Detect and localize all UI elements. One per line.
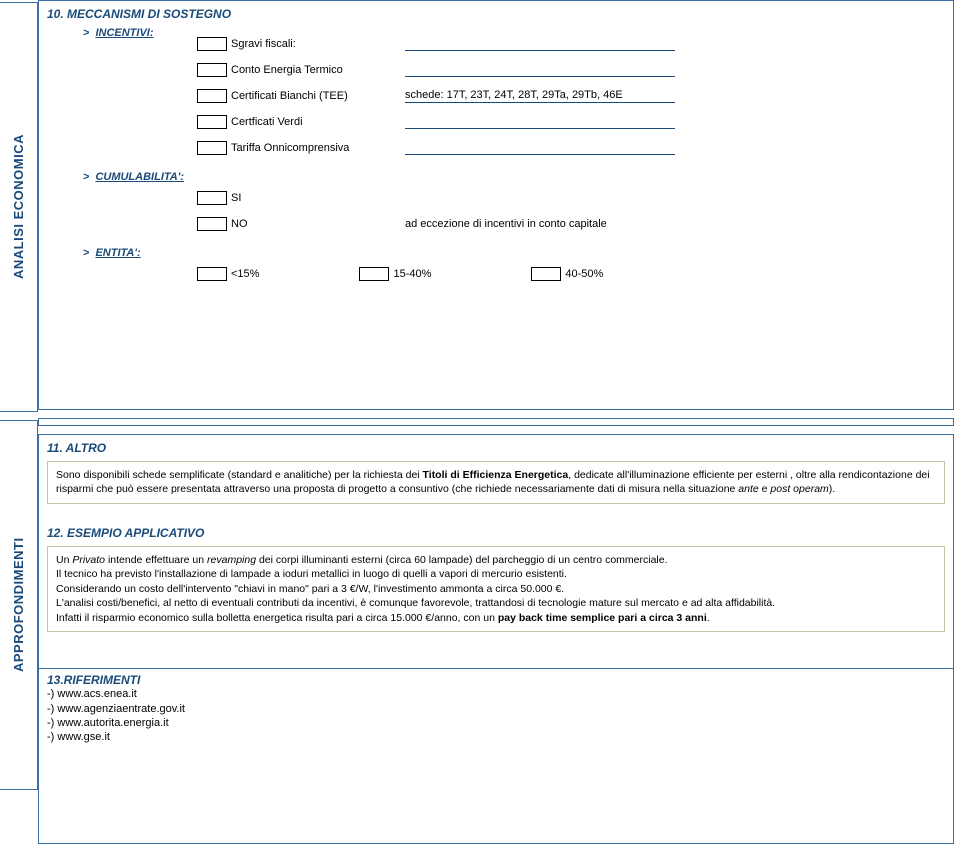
label-entita-4050: 40-50% <box>565 268 603 280</box>
rif-link-1[interactable]: -) www.acs.enea.it <box>47 687 945 701</box>
value-sgravi-fiscali[interactable] <box>405 37 675 51</box>
label-sgravi-fiscali: Sgravi fiscali: <box>231 38 393 50</box>
label-conto-energia: Conto Energia Termico <box>231 64 393 76</box>
spacer-bar <box>38 418 954 426</box>
section-13-title: 13.RIFERIMENTI <box>47 673 945 687</box>
value-certficati-verdi[interactable] <box>405 115 675 129</box>
panel-meccanismi-sostegno: 10. MECCANISMI DI SOSTEGNO > INCENTIVI: … <box>38 0 954 410</box>
sidetabs: ANALISI ECONOMICA APPROFONDIMENTI <box>0 0 38 852</box>
label-entita-15: <15% <box>231 268 259 280</box>
checkbox-entita-15[interactable] <box>197 267 227 281</box>
chevron-right-icon: > <box>83 27 89 39</box>
value-conto-energia[interactable] <box>405 63 675 77</box>
checkbox-certificati-bianchi[interactable] <box>197 89 227 103</box>
value-tariffa-onnicomprensiva[interactable] <box>405 141 675 155</box>
section-11-title: 11. ALTRO <box>47 441 945 455</box>
checkbox-certficati-verdi[interactable] <box>197 115 227 129</box>
label-certificati-bianchi: Certificati Bianchi (TEE) <box>231 90 393 102</box>
section-12-title: 12. ESEMPIO APPLICATIVO <box>47 526 945 540</box>
section-10-title: 10. MECCANISMI DI SOSTEGNO <box>47 7 945 21</box>
entita-options: <15% 15-40% 40-50% <box>197 267 945 281</box>
cumulabilita-row: > CUMULABILITA': <box>83 171 945 183</box>
checkbox-tariffa-onnicomprensiva[interactable] <box>197 141 227 155</box>
rif-link-3[interactable]: -) www.autorita.energia.it <box>47 716 945 730</box>
text-no-caption: ad eccezione di incentivi in conto capit… <box>405 218 675 230</box>
chevron-right-icon: > <box>83 171 89 183</box>
panel-approfondimenti: 11. ALTRO Sono disponibili schede sempli… <box>38 434 954 844</box>
main-content: 10. MECCANISMI DI SOSTEGNO > INCENTIVI: … <box>38 0 960 852</box>
label-certficati-verdi: Certficati Verdi <box>231 116 393 128</box>
entita-label: ENTITA': <box>95 247 140 259</box>
checkbox-entita-1540[interactable] <box>359 267 389 281</box>
section-13-riferimenti: 13.RIFERIMENTI -) www.acs.enea.it -) www… <box>39 668 953 744</box>
incentivi-fields: Sgravi fiscali: Conto Energia Termico Ce… <box>197 35 945 157</box>
page: ANALISI ECONOMICA APPROFONDIMENTI 10. ME… <box>0 0 960 852</box>
checkbox-sgravi-fiscali[interactable] <box>197 37 227 51</box>
sidetab-analisi-economica: ANALISI ECONOMICA <box>0 2 38 412</box>
checkbox-entita-4050[interactable] <box>531 267 561 281</box>
cumulabilita-fields: SI NO ad eccezione di incentivi in conto… <box>197 189 945 233</box>
checkbox-si[interactable] <box>197 191 227 205</box>
value-certificati-bianchi[interactable]: schede: 17T, 23T, 24T, 28T, 29Ta, 29Tb, … <box>405 89 675 103</box>
chevron-right-icon: > <box>83 247 89 259</box>
section-11-body: Sono disponibili schede semplificate (st… <box>47 461 945 504</box>
cumulabilita-label: CUMULABILITA': <box>95 171 184 183</box>
label-entita-1540: 15-40% <box>393 268 431 280</box>
rif-link-2[interactable]: -) www.agenziaentrate.gov.it <box>47 702 945 716</box>
rif-link-4[interactable]: -) www.gse.it <box>47 730 945 744</box>
incentivi-label: INCENTIVI: <box>95 27 153 39</box>
label-no: NO <box>231 218 393 230</box>
checkbox-no[interactable] <box>197 217 227 231</box>
section-12-body: Un Privato intende effettuare un revampi… <box>47 546 945 632</box>
checkbox-conto-energia[interactable] <box>197 63 227 77</box>
label-tariffa-onnicomprensiva: Tariffa Onnicomprensiva <box>231 142 393 154</box>
label-si: SI <box>231 192 393 204</box>
sidetab-approfondimenti: APPROFONDIMENTI <box>0 420 38 790</box>
entita-row: > ENTITA': <box>83 247 945 259</box>
